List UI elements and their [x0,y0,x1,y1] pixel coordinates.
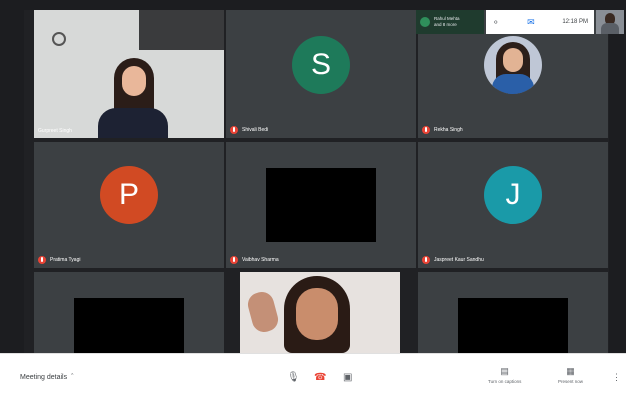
mic-off-icon [38,256,46,264]
microphone-icon[interactable]: 🎙︎ [287,372,300,383]
mic-off-icon [230,126,238,134]
participant-name: Vaibhav Sharma [242,257,279,263]
video-off-placeholder [74,298,184,353]
more-options-icon[interactable]: ⋮ [612,372,621,383]
hang-up-icon[interactable]: ☎ [314,372,326,383]
bottom-bar: Meeting details ˆ 🎙︎ ☎ ▣ ▤ Turn on capti… [0,353,626,399]
people-icon [420,17,430,27]
participant-name: Gurpreet Singh [38,128,72,134]
participant-video [34,10,224,138]
participant-avatar: P [100,166,158,224]
top-bar: ⚬ ✉ 12:18 PM [486,10,594,34]
mic-off-icon [230,256,238,264]
participant-tile[interactable]: S Shivali Bedi [226,10,416,138]
present-label: Present now [558,379,584,384]
participant-name: Pratima Tyagi [50,257,81,263]
video-off-placeholder [266,168,376,242]
people-icon[interactable]: ⚬ [492,17,500,28]
participant-photo [484,36,542,94]
participant-name-label: Jaspreet Kaur Sandhu [422,256,484,264]
mic-off-icon [422,256,430,264]
self-view-thumbnail[interactable] [596,10,624,34]
meeting-details-label: Meeting details [20,374,68,381]
captions-icon: ▤ [500,366,509,376]
participant-name: Rekha Singh [434,127,463,133]
participant-tile[interactable] [34,272,224,353]
participant-name-label: Vaibhav Sharma [230,256,279,264]
avatar-initial: S [310,48,331,81]
chat-icon[interactable]: ✉ [527,17,535,28]
video-off-placeholder [458,298,568,353]
participant-tile[interactable] [240,272,400,353]
avatar-initial: P [118,178,139,211]
join-notification[interactable]: Rahul Mehta and 8 more [416,10,484,34]
participant-tile[interactable]: J Jaspreet Kaur Sandhu [418,142,608,268]
notification-line-2: and 8 more [434,22,457,27]
participant-video [240,272,400,353]
clock-time: 12:18 PM [562,19,588,25]
participant-name: Shivali Bedi [242,127,269,133]
present-button[interactable]: ▦ Present now [558,366,583,384]
avatar-initial: J [505,178,521,211]
participant-name: Jaspreet Kaur Sandhu [434,257,484,263]
participant-name-label: Pratima Tyagi [38,256,80,264]
participant-avatar: J [484,166,542,224]
participant-avatar: S [292,36,350,94]
participant-name-label: Shivali Bedi [230,126,268,134]
present-icon: ▦ [566,366,575,376]
participant-tile[interactable]: Gurpreet Singh [34,10,224,138]
camera-icon[interactable]: ▣ [343,372,352,383]
captions-label: Turn on captions [488,379,522,384]
participant-tile[interactable]: P Pratima Tyagi [34,142,224,268]
meeting-details-button[interactable]: Meeting details ˆ [20,374,73,381]
meeting-stage: Gurpreet Singh S Shivali Bedi Rekha Sing… [0,0,626,353]
participant-name-label: Rekha Singh [422,126,463,134]
captions-button[interactable]: ▤ Turn on captions [488,366,521,384]
mic-off-icon [422,126,430,134]
participant-name-label: Gurpreet Singh [38,128,72,134]
participant-tile[interactable] [418,272,608,353]
chevron-up-icon: ˆ [71,374,74,381]
participant-tile[interactable]: Vaibhav Sharma [226,142,416,268]
